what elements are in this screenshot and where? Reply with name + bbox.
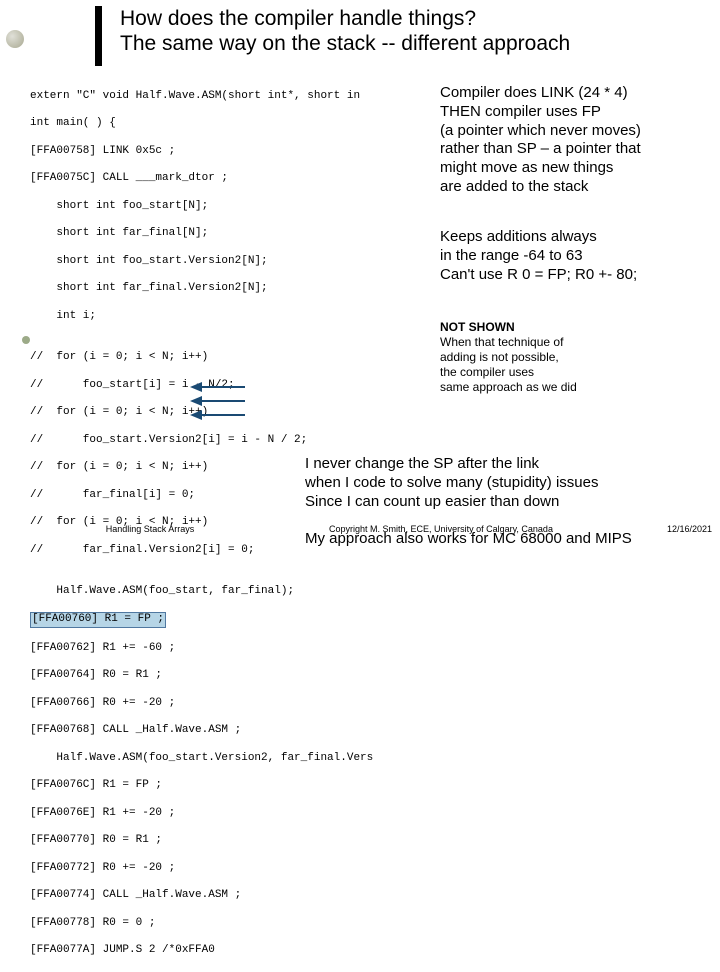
code-l08: short int far_final.Version2[N]; (30, 282, 445, 296)
title-block: How does the compiler handle things? The… (120, 6, 570, 56)
code-l04: [FFA0075C] CALL ___mark_dtor ; (30, 172, 445, 186)
slide-footer: Handling Stack Arrays Copyright M. Smith… (50, 524, 712, 534)
code-l05: short int foo_start[N]; (30, 200, 445, 214)
code-l23: [FFA00764] R0 = R1 ; (30, 669, 445, 683)
code-l21: [FFA00760] R1 = FP ; (30, 612, 445, 628)
code-l20: Half.Wave.ASM(foo_start, far_final); (30, 585, 445, 599)
code-l22: [FFA00762] R1 += -60 ; (30, 642, 445, 656)
code-l31: [FFA00774] CALL _Half.Wave.ASM ; (30, 889, 445, 903)
code-l26: Half.Wave.ASM(foo_start.Version2, far_fi… (30, 752, 445, 766)
small-bullet-decor (22, 336, 30, 344)
footer-left: Handling Stack Arrays (50, 524, 250, 534)
title-line1: How does the compiler handle things? (120, 6, 570, 31)
note-range: Keeps additions always in the range -64 … (440, 228, 705, 284)
slide-header: How does the compiler handle things? The… (95, 6, 710, 66)
code-l29: [FFA00770] R0 = R1 ; (30, 834, 445, 848)
note-notshown-heading: NOT SHOWN (440, 320, 695, 335)
note-notshown-body: When that technique of adding is not pos… (440, 335, 695, 395)
note-approach: I never change the SP after the link whe… (305, 455, 705, 549)
code-l14: // foo_start.Version2[i] = i - N / 2; (30, 434, 445, 448)
highlight-box: [FFA00760] R1 = FP ; (30, 612, 166, 628)
code-l02: int main( ) { (30, 117, 445, 131)
code-l30: [FFA00772] R0 += -20 ; (30, 862, 445, 876)
title-line2: The same way on the stack -- different a… (120, 31, 570, 56)
code-l06: short int far_final[N]; (30, 227, 445, 241)
code-l27: [FFA0076C] R1 = FP ; (30, 779, 445, 793)
header-vbar (95, 6, 102, 66)
code-l07: short int foo_start.Version2[N]; (30, 255, 445, 269)
footer-copyright: Copyright M. Smith, ECE, University of C… (301, 524, 581, 534)
code-l28: [FFA0076E] R1 += -20 ; (30, 807, 445, 821)
code-l09: int i; (30, 310, 445, 324)
bullet-decor (6, 30, 24, 48)
code-l25: [FFA00768] CALL _Half.Wave.ASM ; (30, 724, 445, 738)
arrow-icon-3 (190, 406, 250, 424)
code-l33: [FFA0077A] JUMP.S 2 /*0xFFA0 (30, 944, 445, 958)
note-notshown: NOT SHOWN When that technique of adding … (440, 320, 695, 395)
code-l24: [FFA00766] R0 += -20 ; (30, 697, 445, 711)
code-l11: // for (i = 0; i < N; i++) (30, 351, 445, 365)
code-l03: [FFA00758] LINK 0x5c ; (30, 145, 445, 159)
footer-date: 12/16/2021 (632, 524, 712, 534)
note-link-fp: Compiler does LINK (24 * 4) THEN compile… (440, 84, 705, 197)
code-l01: extern "C" void Half.Wave.ASM(short int*… (30, 90, 445, 104)
code-l32: [FFA00778] R0 = 0 ; (30, 917, 445, 931)
